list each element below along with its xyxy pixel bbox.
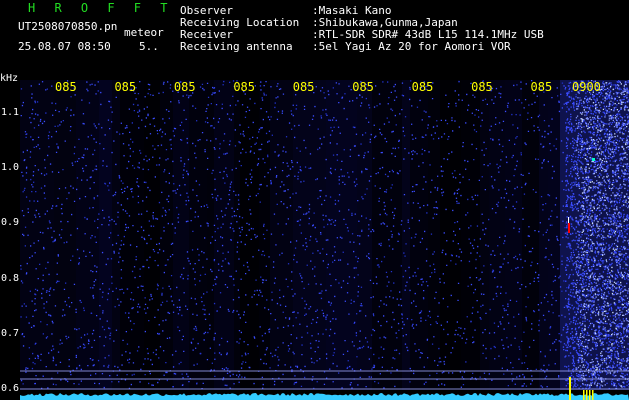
marker-tick	[583, 390, 585, 400]
spectrogram-plot	[20, 80, 629, 400]
marker-bar	[569, 377, 571, 400]
x-tick-label: 085	[55, 80, 77, 94]
marker-tick	[586, 390, 588, 400]
count-label: 5..	[139, 40, 159, 53]
noise-band	[372, 80, 402, 390]
noise-band	[99, 80, 112, 390]
timestamp-label: 25.08.07 08:50	[18, 40, 111, 53]
y-axis-labels: 1.1 1.0 0.9 0.8 0.7 0.6	[0, 80, 20, 400]
noise-band	[293, 80, 326, 390]
y-tick-label: 1.1	[1, 107, 20, 119]
y-tick-label: 0.8	[1, 272, 20, 284]
marker-tick	[592, 390, 594, 400]
y-tick-label: 0.7	[1, 327, 20, 339]
noise-band	[505, 80, 522, 390]
app-title: H R O F F T	[28, 1, 174, 15]
marker-tick	[589, 390, 591, 400]
meteor-label: meteor	[124, 26, 164, 39]
noise-band	[326, 80, 357, 390]
spectrogram-svg	[20, 80, 629, 400]
x-tick-label: 085	[352, 80, 374, 94]
x-tick-label: 085	[114, 80, 137, 94]
noise-band	[410, 80, 428, 390]
signal-dot	[592, 158, 595, 161]
y-tick-label: 1.0	[1, 162, 20, 174]
x-tick-label: 085	[530, 80, 553, 94]
antenna-label: Receiving antenna	[180, 40, 293, 53]
y-tick-label: 0.9	[1, 217, 20, 229]
x-tick-label: 085	[471, 80, 493, 94]
x-tick-label: 085	[411, 80, 434, 94]
noise-band	[214, 80, 234, 390]
header-panel: H R O F F T UT2508070850.pn meteor 25.08…	[0, 0, 629, 84]
y-tick-label: 0.6	[1, 382, 20, 394]
x-tick-label: 085	[173, 80, 196, 94]
x-tick-label: 085	[292, 80, 315, 94]
noise-band	[20, 80, 54, 390]
noise-band	[357, 80, 372, 390]
noise-band	[173, 80, 189, 390]
noise-band	[522, 80, 539, 390]
antenna-value: :5el Yagi Az 20 for Aomori VOR	[312, 40, 511, 53]
x-tick-label: 0900	[572, 80, 601, 94]
meteor-echo-head	[568, 217, 569, 223]
meteor-echo	[568, 223, 570, 233]
x-tick-label: 085	[233, 80, 256, 94]
filename-label: UT2508070850.pn	[18, 20, 118, 33]
